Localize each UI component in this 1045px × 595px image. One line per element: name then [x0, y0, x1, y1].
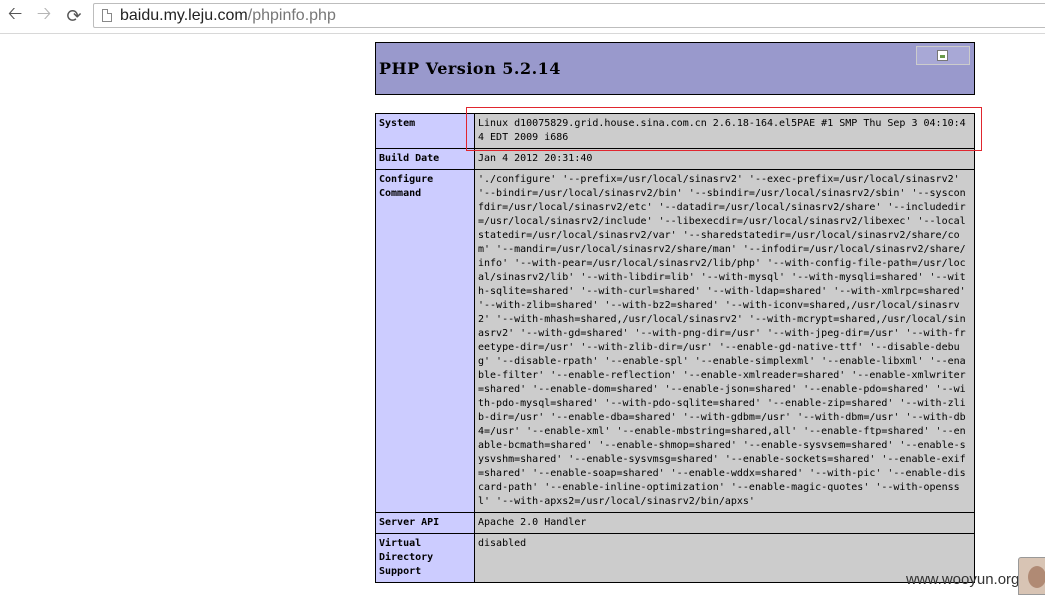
- table-row: System Linux d10075829.grid.house.sina.c…: [375, 113, 975, 149]
- row-value: Apache 2.0 Handler: [474, 512, 975, 534]
- browser-toolbar: 🡠 🡢 ⟳ baidu.my.leju.com/phpinfo.php: [0, 0, 1045, 34]
- table-row: Configure Command './configure' '--prefi…: [375, 169, 975, 513]
- forward-button[interactable]: 🡢: [33, 3, 55, 27]
- row-value: Linux d10075829.grid.house.sina.com.cn 2…: [474, 113, 975, 149]
- url-path: /phpinfo.php: [247, 7, 336, 24]
- address-bar[interactable]: baidu.my.leju.com/phpinfo.php: [93, 3, 1045, 28]
- url-host: baidu.my.leju.com: [120, 7, 248, 24]
- page-icon: [102, 9, 112, 22]
- row-value: Jan 4 2012 20:31:40: [474, 148, 975, 170]
- table-row: Server API Apache 2.0 Handler: [375, 512, 975, 534]
- row-value: disabled: [474, 533, 975, 583]
- php-logo[interactable]: [916, 46, 970, 65]
- row-key: Server API: [375, 512, 475, 534]
- table-row: Virtual Directory Support disabled: [375, 533, 975, 583]
- reload-button[interactable]: ⟳: [63, 5, 85, 27]
- row-key: Virtual Directory Support: [375, 533, 475, 583]
- row-value: './configure' '--prefix=/usr/local/sinas…: [474, 169, 975, 513]
- php-header: PHP Version 5.2.14: [375, 42, 975, 95]
- row-key: System: [375, 113, 475, 149]
- broken-image-icon: [937, 50, 948, 61]
- info-table: System Linux d10075829.grid.house.sina.c…: [375, 113, 975, 583]
- url-text[interactable]: baidu.my.leju.com/phpinfo.php: [120, 7, 336, 25]
- row-key: Configure Command: [375, 169, 475, 513]
- watermark: www.wooyun.org: [906, 571, 1020, 588]
- back-button[interactable]: 🡠: [4, 3, 26, 27]
- row-key: Build Date: [375, 148, 475, 170]
- page-title: PHP Version 5.2.14: [379, 59, 561, 78]
- arrow-left-icon: 🡠: [7, 3, 23, 24]
- arrow-right-icon: 🡢: [36, 3, 52, 24]
- table-row: Build Date Jan 4 2012 20:31:40: [375, 148, 975, 170]
- reload-icon: ⟳: [66, 5, 82, 27]
- avatar[interactable]: [1018, 557, 1045, 595]
